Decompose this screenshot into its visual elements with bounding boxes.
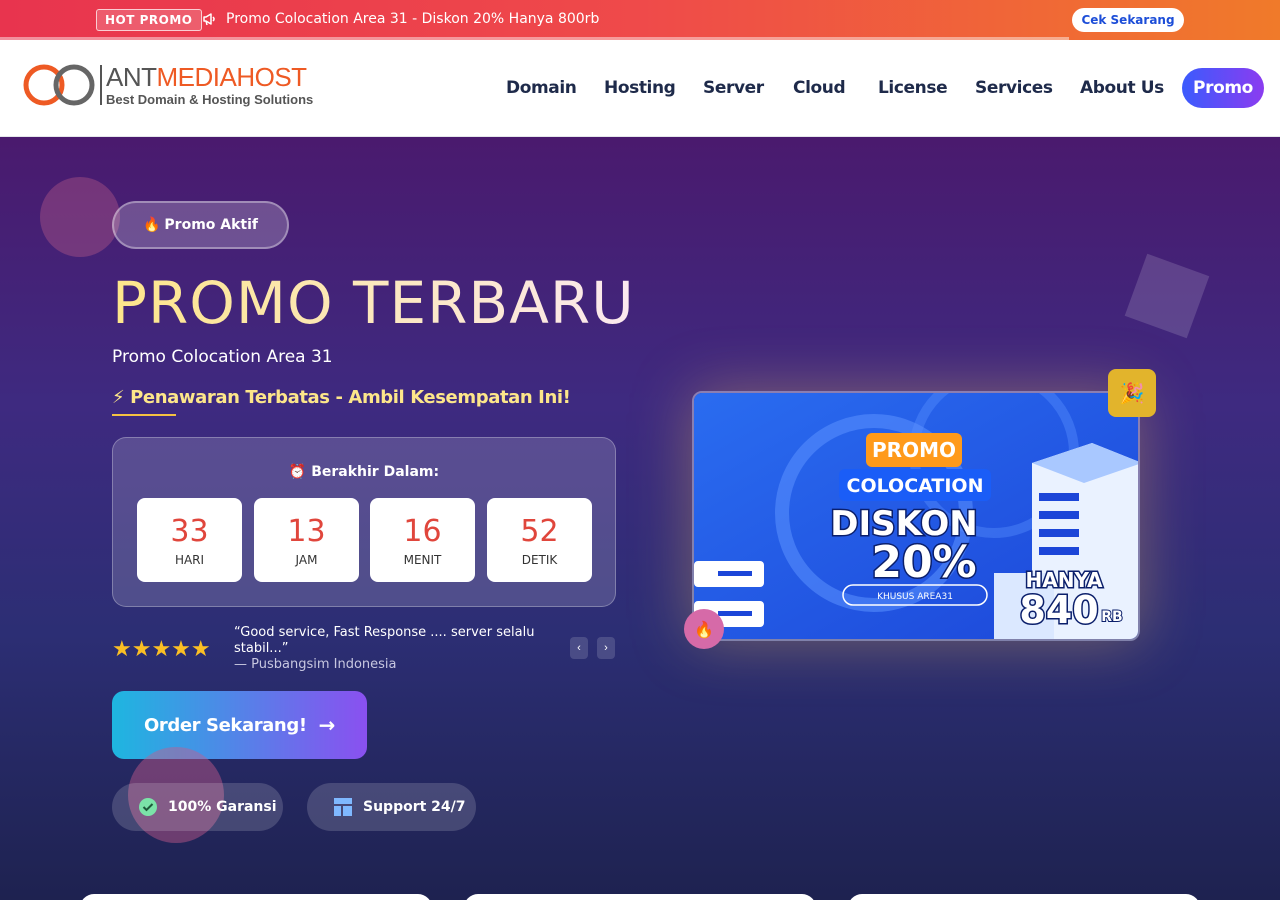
nav-cloud[interactable]: Cloud xyxy=(793,78,846,98)
banner-colocation-text: COLOCATION xyxy=(847,475,984,497)
banner-khusus-text: KHUSUS AREA31 xyxy=(877,592,953,602)
feature-card xyxy=(80,894,432,900)
support-badge: Support 24/7 xyxy=(307,783,476,831)
testimonial-quote: “Good service, Fast Response .... server… xyxy=(234,625,535,656)
nav-services[interactable]: Services xyxy=(975,78,1053,98)
banner-price-text: 840 xyxy=(1019,588,1098,632)
countdown-minutes: 16 MENIT xyxy=(370,498,475,582)
megaphone-icon xyxy=(203,13,215,26)
logo-text: ANTMEDIAHOST Best Domain & Hosting Solut… xyxy=(106,64,313,106)
countdown-seconds: 52 DETIK xyxy=(487,498,592,582)
countdown-value: 16 xyxy=(403,514,442,549)
testimonial-prev-button[interactable]: ‹ xyxy=(570,637,588,659)
support-panel-icon xyxy=(333,797,353,817)
topbar-promo-text: Promo Colocation Area 31 - Diskon 20% Ha… xyxy=(226,11,600,27)
countdown-unit: DETIK xyxy=(521,553,558,567)
countdown-unit: HARI xyxy=(174,553,205,567)
nav-domain[interactable]: Domain xyxy=(506,78,577,98)
party-popper-icon: 🎉 xyxy=(1108,369,1156,417)
limited-offer-text: ⚡ Penawaran Terbatas - Ambil Kesempatan … xyxy=(112,387,571,408)
testimonial-next-button[interactable]: › xyxy=(597,637,615,659)
support-label: Support 24/7 xyxy=(363,799,466,815)
promo-banner[interactable]: PROMO COLOCATION DISKON 20% KHUSUS AREA3… xyxy=(692,391,1140,641)
logo-divider xyxy=(100,65,102,105)
guarantee-label: 100% Garansi xyxy=(168,799,277,815)
banner-rb-text: RB xyxy=(1101,609,1122,625)
fire-badge-icon: 🔥 xyxy=(684,609,724,649)
promo-aktif-label: Promo Aktif xyxy=(164,217,259,233)
nav-promo-button[interactable]: Promo xyxy=(1182,68,1264,108)
nav-server[interactable]: Server xyxy=(703,78,764,98)
site-header: ANTMEDIAHOST Best Domain & Hosting Solut… xyxy=(0,40,1280,137)
hero-title: PROMO TERBARU xyxy=(112,269,635,337)
countdown-value: 33 xyxy=(170,514,209,549)
banner-percent-text: 20% xyxy=(871,537,976,588)
infinity-logo-icon xyxy=(23,64,95,106)
order-sekarang-button[interactable]: Order Sekarang! → xyxy=(112,691,367,759)
nav-about-us[interactable]: About Us xyxy=(1080,78,1164,98)
hot-promo-badge: HOT PROMO xyxy=(96,9,202,31)
logo-tagline: Best Domain & Hosting Solutions xyxy=(106,92,314,107)
countdown-panel: ⏰ Berakhir Dalam: 33 HARI 13 JAM 16 MENI… xyxy=(112,437,616,607)
countdown-hours: 13 JAM xyxy=(254,498,359,582)
decorative-square xyxy=(1124,253,1210,339)
check-circle-icon xyxy=(138,797,158,817)
countdown-unit: MENIT xyxy=(403,553,442,567)
cek-sekarang-button[interactable]: Cek Sekarang xyxy=(1072,8,1184,32)
nav-hosting[interactable]: Hosting xyxy=(604,78,676,98)
limited-underline xyxy=(112,414,176,416)
countdown-value: 52 xyxy=(520,514,559,549)
promo-aktif-badge: 🔥 Promo Aktif xyxy=(112,201,289,249)
fire-icon: 🔥 xyxy=(142,217,161,233)
hero-subtitle: Promo Colocation Area 31 xyxy=(112,347,333,367)
order-button-label: Order Sekarang! xyxy=(144,714,307,736)
guarantee-badge: 100% Garansi xyxy=(112,783,283,831)
nav-license[interactable]: License xyxy=(878,78,948,98)
banner-promo-text: PROMO xyxy=(872,438,956,462)
top-promo-bar: HOT PROMO Promo Colocation Area 31 - Dis… xyxy=(0,0,1280,40)
site-logo[interactable]: ANTMEDIAHOST Best Domain & Hosting Solut… xyxy=(22,61,322,109)
countdown-unit: JAM xyxy=(295,553,318,567)
rating-stars: ★★★★★ xyxy=(112,637,211,662)
feature-card xyxy=(848,894,1200,900)
arrow-right-icon: → xyxy=(318,713,336,737)
promo-banner-image: PROMO COLOCATION DISKON 20% KHUSUS AREA3… xyxy=(692,391,1140,641)
logo-name-rest: MEDIAHOST xyxy=(156,62,308,92)
colocation-promo-graphic: PROMO COLOCATION DISKON 20% KHUSUS AREA3… xyxy=(694,393,1138,639)
testimonial-author: — Pusbangsim Indonesia xyxy=(234,657,397,672)
logo-name-ant: ANT xyxy=(106,62,157,92)
logo-name: ANTMEDIAHOST xyxy=(106,64,313,90)
countdown-value: 13 xyxy=(287,514,326,549)
feature-card xyxy=(464,894,816,900)
countdown-label: ⏰ Berakhir Dalam: xyxy=(288,464,440,480)
hero-section: 🔥 Promo Aktif PROMO TERBARU Promo Coloca… xyxy=(0,137,1280,900)
decorative-circle xyxy=(40,177,120,257)
countdown-days: 33 HARI xyxy=(137,498,242,582)
